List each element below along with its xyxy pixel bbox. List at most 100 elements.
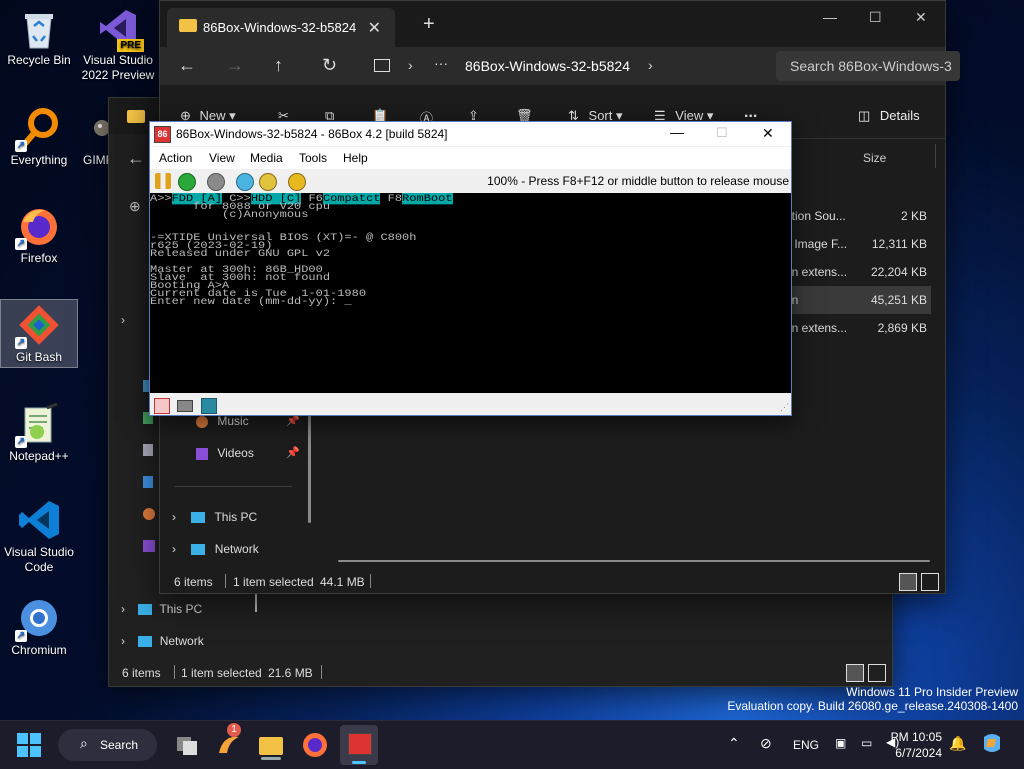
acpi-shutdown-icon[interactable]	[207, 173, 225, 191]
file-row[interactable]: ation Sou... 2 KB	[785, 202, 931, 230]
pause-icon[interactable]	[155, 173, 171, 189]
status-item-count: 6 items	[122, 666, 161, 680]
desktop-icon-notepad-plus-plus[interactable]: ↗ Notepad++	[1, 402, 77, 464]
close-window-icon[interactable]: ✕	[762, 125, 774, 142]
accessibility-icon[interactable]: ▣	[835, 736, 846, 750]
breadcrumb-chevron-icon[interactable]: ›	[408, 57, 413, 73]
breadcrumb-overflow-icon[interactable]: ···	[434, 55, 448, 71]
pin-icon[interactable]: 📌	[286, 446, 300, 459]
copilot-icon[interactable]	[980, 731, 1004, 755]
close-tab-icon[interactable]: ✕	[368, 18, 381, 38]
nav-item-this-pc[interactable]: › This PC	[172, 510, 257, 524]
clock[interactable]: 10:05 PM 6/7/2024	[891, 729, 942, 761]
settings-icon[interactable]	[288, 173, 306, 191]
everything-search-icon: ↗	[15, 106, 61, 152]
widgets-icon[interactable]: 1	[213, 723, 245, 761]
desktop-icon-vscode[interactable]: Visual Studio Code	[1, 498, 77, 575]
file-explorer-icon[interactable]	[255, 729, 287, 761]
column-header-size[interactable]: Size	[863, 151, 886, 165]
breadcrumb[interactable]: 86Box-Windows-32-b5824	[465, 58, 630, 74]
tab-title: 86Box-Windows-32-b5824	[203, 20, 357, 35]
minimize-icon[interactable]: —	[670, 124, 684, 140]
maximize-icon[interactable]: ☐	[869, 9, 882, 26]
file-row[interactable]: r	[785, 342, 931, 370]
column-divider[interactable]	[935, 144, 936, 168]
forward-arrow-icon[interactable]: →	[226, 55, 244, 76]
menu-action[interactable]: Action	[159, 151, 192, 165]
network-status-icon[interactable]: ⊘	[760, 735, 772, 752]
menu-tools[interactable]: Tools	[299, 151, 327, 165]
up-arrow-icon[interactable]: ↑	[274, 55, 283, 76]
file-size: 2,869 KB	[877, 321, 927, 335]
back-arrow-icon[interactable]: ←	[178, 55, 196, 76]
file-row-selected[interactable]: on 45,251 KB	[785, 286, 931, 314]
sound-icon[interactable]	[201, 398, 217, 414]
nav-item-network[interactable]: › Network	[121, 634, 204, 648]
nav-item-videos[interactable]: Videos	[196, 446, 254, 460]
videos-icon	[196, 447, 208, 460]
tiles-view-icon[interactable]	[921, 573, 939, 591]
nav-item-network[interactable]: › Network	[172, 542, 259, 556]
language-indicator[interactable]: ENG	[793, 738, 819, 752]
nav-item-this-pc[interactable]: › This PC	[121, 602, 202, 616]
hdd-activity-icon[interactable]	[154, 398, 170, 414]
folder-icon	[127, 110, 145, 123]
desktop-icon-everything[interactable]: ↗ Everything	[1, 106, 77, 168]
refresh-icon[interactable]: ↻	[322, 55, 337, 76]
details-view-icon[interactable]	[899, 573, 917, 591]
recycle-bin-icon	[17, 6, 61, 50]
nav-pane-splitter[interactable]	[255, 592, 257, 612]
emulated-display[interactable]: A>>FDD [A] C>>HDD [C] F6Compatct F8RomBo…	[150, 193, 791, 393]
more-options-button[interactable]: ...	[744, 104, 757, 122]
start-windows-icon[interactable]	[17, 733, 41, 757]
title-bar[interactable]: 86 86Box-Windows-32-b5824 - 86Box 4.2 [b…	[150, 122, 791, 146]
menu-view[interactable]: View	[209, 151, 235, 165]
desktop-icon-visual-studio[interactable]: PRE Visual Studio 2022 Preview	[80, 6, 156, 83]
ctrl-alt-del-icon[interactable]	[236, 173, 254, 191]
task-view-icon[interactable]	[171, 729, 203, 761]
file-row[interactable]: k Image F... 12,311 KB	[785, 230, 931, 258]
menu-media[interactable]: Media	[250, 151, 283, 165]
desktop-icon-git-bash[interactable]: ↗ Git Bash	[0, 299, 78, 368]
maximize-icon[interactable]: ☐	[716, 125, 728, 141]
desktop-icon-firefox[interactable]: ↗ Firefox	[1, 204, 77, 266]
86box-taskbar-icon[interactable]	[340, 725, 378, 765]
resize-grip-icon[interactable]: ⋰	[780, 402, 789, 413]
details-pane-button[interactable]: ◫ Details	[858, 108, 920, 124]
taskbar-search[interactable]: ⌕ Search	[58, 729, 157, 761]
nav-pane-scrollbar[interactable]	[308, 415, 311, 523]
hard-reset-icon[interactable]	[178, 173, 196, 191]
search-box[interactable]: Search 86Box-Windows-3	[776, 51, 960, 81]
status-item-count: 6 items	[174, 575, 213, 589]
close-window-icon[interactable]: ✕	[915, 9, 927, 26]
details-view-icon[interactable]	[846, 664, 864, 682]
desktop-icon-gimp[interactable]: GIMP	[80, 106, 110, 168]
nav-item-music[interactable]: Music	[196, 414, 249, 428]
new-tab-icon[interactable]: +	[423, 13, 435, 36]
ctrl-alt-esc-icon[interactable]	[259, 173, 277, 191]
add-icon[interactable]: ⊕	[129, 198, 141, 215]
desktop-icon-recycle-bin[interactable]: Recycle Bin	[1, 6, 77, 68]
menu-help[interactable]: Help	[343, 151, 368, 165]
show-hidden-icons[interactable]: ⌃	[728, 735, 740, 752]
desktop-icon-label: Notepad++	[9, 449, 69, 463]
tab-86box-folder[interactable]: 86Box-Windows-32-b5824 ✕	[167, 8, 395, 47]
file-row[interactable]: on extens... 2,869 KB	[785, 314, 931, 342]
firefox-taskbar-icon[interactable]	[299, 729, 331, 761]
menu-bar: Action View Media Tools Help	[150, 147, 791, 169]
address-bar[interactable]: › ··· 86Box-Windows-32-b5824 ›	[364, 51, 764, 81]
desktop-icon-chromium[interactable]: ↗ Chromium	[1, 596, 77, 658]
file-row[interactable]: on extens... 22,204 KB	[785, 258, 931, 286]
expand-chevron-icon[interactable]: ›	[121, 313, 125, 327]
cassette-icon[interactable]	[177, 400, 193, 412]
86box-window[interactable]: 86 86Box-Windows-32-b5824 - 86Box 4.2 [b…	[149, 121, 792, 416]
breadcrumb-chevron-icon[interactable]: ›	[648, 57, 653, 73]
minimize-icon[interactable]: —	[823, 9, 837, 25]
tiles-view-icon[interactable]	[868, 664, 886, 682]
back-arrow-icon[interactable]: ←	[127, 148, 145, 169]
videos-icon	[143, 540, 155, 552]
notifications-bell-icon[interactable]: 🔔	[949, 735, 966, 752]
visual-studio-icon: PRE	[96, 6, 144, 52]
horizontal-scrollbar[interactable]	[338, 560, 930, 562]
ethernet-icon[interactable]: ▭	[861, 736, 872, 750]
